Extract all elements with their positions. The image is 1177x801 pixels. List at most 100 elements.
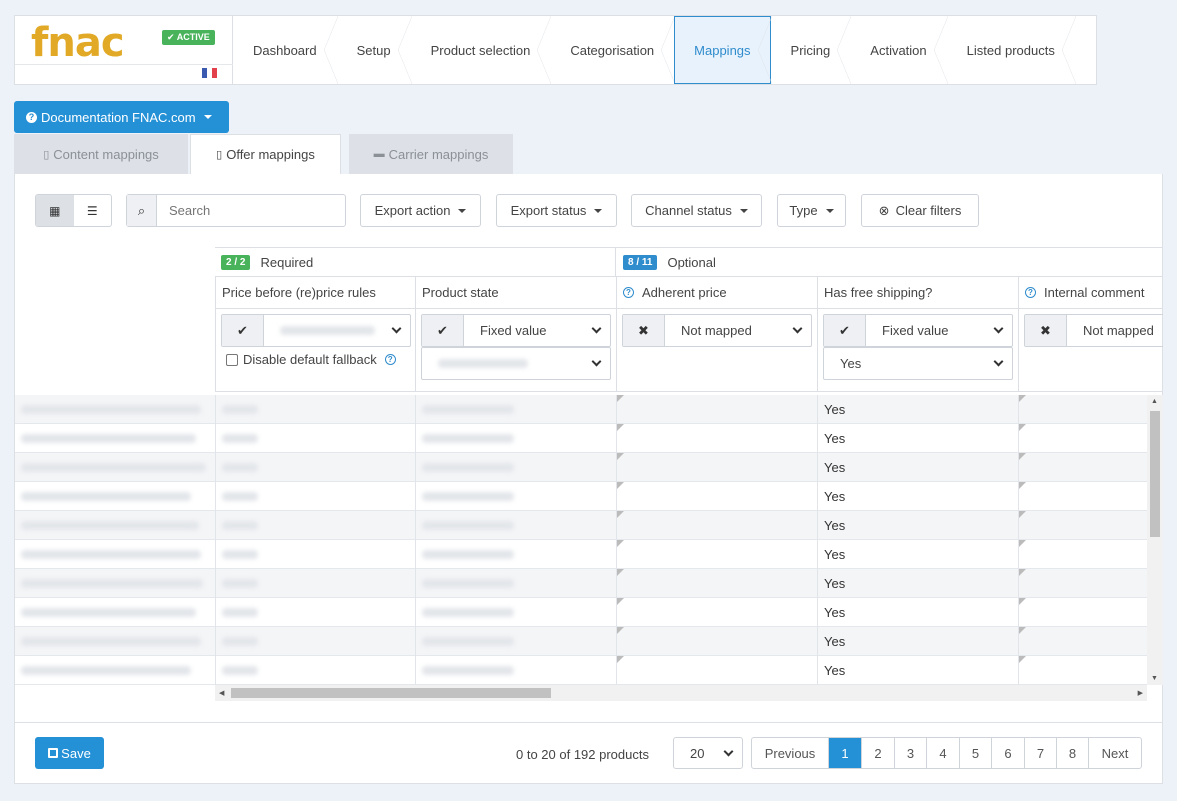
- per-page-select[interactable]: 20: [673, 737, 743, 769]
- save-button[interactable]: Save: [35, 737, 104, 769]
- free-shipping-cell[interactable]: Yes: [818, 540, 1019, 569]
- internal-comment-cell[interactable]: [1019, 424, 1147, 453]
- step-categorisation[interactable]: Categorisation: [550, 16, 675, 84]
- help-icon[interactable]: ?: [623, 287, 634, 298]
- next-page-button[interactable]: Next: [1089, 738, 1141, 768]
- product-state-cell[interactable]: [416, 656, 617, 685]
- internal-comment-cell[interactable]: [1019, 482, 1147, 511]
- step-dashboard[interactable]: Dashboard: [233, 16, 338, 84]
- product-state-cell[interactable]: [416, 424, 617, 453]
- adherent-price-mapping-select[interactable]: ✖ Not mapped: [622, 314, 812, 347]
- export-action-filter[interactable]: Export action: [360, 194, 481, 227]
- price-cell[interactable]: [215, 511, 416, 540]
- list-view-icon[interactable]: ☰: [74, 195, 112, 226]
- page-button-5[interactable]: 5: [960, 738, 992, 768]
- table-row[interactable]: Yes: [15, 540, 1147, 569]
- free-shipping-cell[interactable]: Yes: [818, 656, 1019, 685]
- column-header-internal-comment[interactable]: ? Internal comment: [1019, 277, 1163, 309]
- free-shipping-value-select[interactable]: Yes: [823, 347, 1013, 380]
- page-button-8[interactable]: 8: [1057, 738, 1089, 768]
- scroll-down-icon[interactable]: ▼: [1151, 675, 1158, 682]
- documentation-dropdown-button[interactable]: ? Documentation FNAC.com: [14, 101, 229, 133]
- table-row[interactable]: Yes: [15, 424, 1147, 453]
- product-state-cell[interactable]: [416, 453, 617, 482]
- table-row[interactable]: Yes: [15, 569, 1147, 598]
- adherent-price-cell[interactable]: [617, 540, 818, 569]
- tab-carrier-mappings[interactable]: ▬ Carrier mappings: [349, 134, 513, 174]
- table-row[interactable]: Yes: [15, 598, 1147, 627]
- price-cell[interactable]: [215, 453, 416, 482]
- scroll-right-icon[interactable]: ▶: [1138, 689, 1143, 697]
- internal-comment-cell[interactable]: [1019, 598, 1147, 627]
- table-row[interactable]: Yes: [15, 453, 1147, 482]
- help-icon[interactable]: ?: [384, 354, 396, 365]
- adherent-price-cell[interactable]: [617, 424, 818, 453]
- search-input[interactable]: [157, 195, 345, 226]
- free-shipping-cell[interactable]: Yes: [818, 569, 1019, 598]
- free-shipping-mapping-select[interactable]: ✔ Fixed value: [823, 314, 1013, 347]
- vertical-scrollbar[interactable]: ▲ ▼: [1147, 395, 1163, 685]
- page-button-4[interactable]: 4: [927, 738, 960, 768]
- adherent-price-cell[interactable]: [617, 627, 818, 656]
- adherent-price-cell[interactable]: [617, 395, 818, 424]
- product-state-cell[interactable]: [416, 598, 617, 627]
- internal-comment-mapping-select[interactable]: ✖ Not mapped: [1024, 314, 1163, 347]
- product-state-cell[interactable]: [416, 511, 617, 540]
- step-setup[interactable]: Setup: [337, 16, 412, 84]
- internal-comment-cell[interactable]: [1019, 569, 1147, 598]
- free-shipping-cell[interactable]: Yes: [818, 511, 1019, 540]
- page-button-7[interactable]: 7: [1025, 738, 1057, 768]
- product-state-cell[interactable]: [416, 627, 617, 656]
- type-filter[interactable]: Type: [777, 194, 846, 227]
- column-header-free-shipping[interactable]: Has free shipping?: [818, 277, 1019, 309]
- search-icon[interactable]: ⌕: [127, 195, 157, 226]
- channel-status-filter[interactable]: Channel status: [631, 194, 762, 227]
- internal-comment-cell[interactable]: [1019, 511, 1147, 540]
- free-shipping-cell[interactable]: Yes: [818, 453, 1019, 482]
- product-state-cell[interactable]: [416, 395, 617, 424]
- price-cell[interactable]: [215, 627, 416, 656]
- free-shipping-cell[interactable]: Yes: [818, 598, 1019, 627]
- horizontal-scroll-thumb[interactable]: [231, 688, 551, 698]
- step-activation[interactable]: Activation: [850, 16, 949, 84]
- column-header-product-state[interactable]: Product state: [416, 277, 617, 309]
- page-button-6[interactable]: 6: [992, 738, 1025, 768]
- tab-offer-mappings[interactable]: ▯ Offer mappings: [190, 134, 341, 174]
- help-icon[interactable]: ?: [1025, 287, 1036, 298]
- price-cell[interactable]: [215, 656, 416, 685]
- adherent-price-cell[interactable]: [617, 569, 818, 598]
- free-shipping-cell[interactable]: Yes: [818, 424, 1019, 453]
- product-state-value-select[interactable]: [421, 347, 611, 380]
- internal-comment-cell[interactable]: [1019, 453, 1147, 482]
- table-row[interactable]: Yes: [15, 627, 1147, 656]
- free-shipping-cell[interactable]: Yes: [818, 482, 1019, 511]
- step-mappings[interactable]: Mappings: [674, 16, 772, 84]
- price-cell[interactable]: [215, 569, 416, 598]
- tab-content-mappings[interactable]: ▯ Content mappings: [14, 134, 188, 174]
- step-pricing[interactable]: Pricing: [771, 16, 852, 84]
- scroll-left-icon[interactable]: ◀: [219, 689, 224, 697]
- column-header-adherent-price[interactable]: ? Adherent price: [617, 277, 818, 309]
- product-state-cell[interactable]: [416, 540, 617, 569]
- internal-comment-cell[interactable]: [1019, 395, 1147, 424]
- free-shipping-cell[interactable]: Yes: [818, 395, 1019, 424]
- vertical-scroll-thumb[interactable]: [1150, 411, 1160, 537]
- france-flag-icon[interactable]: [202, 68, 217, 78]
- column-header-price[interactable]: Price before (re)price rules: [215, 277, 416, 309]
- free-shipping-cell[interactable]: Yes: [818, 627, 1019, 656]
- export-status-filter[interactable]: Export status: [496, 194, 617, 227]
- table-row[interactable]: Yes: [15, 395, 1147, 424]
- internal-comment-cell[interactable]: [1019, 656, 1147, 685]
- grid-view-icon[interactable]: ▦: [36, 195, 74, 226]
- internal-comment-cell[interactable]: [1019, 627, 1147, 656]
- price-mapping-select[interactable]: ✔: [221, 314, 411, 347]
- price-cell[interactable]: [215, 424, 416, 453]
- adherent-price-cell[interactable]: [617, 656, 818, 685]
- table-row[interactable]: Yes: [15, 511, 1147, 540]
- page-button-2[interactable]: 2: [862, 738, 895, 768]
- product-state-cell[interactable]: [416, 482, 617, 511]
- product-state-mapping-select[interactable]: ✔ Fixed value: [421, 314, 611, 347]
- table-row[interactable]: Yes: [15, 482, 1147, 511]
- table-row[interactable]: Yes: [15, 656, 1147, 685]
- price-cell[interactable]: [215, 598, 416, 627]
